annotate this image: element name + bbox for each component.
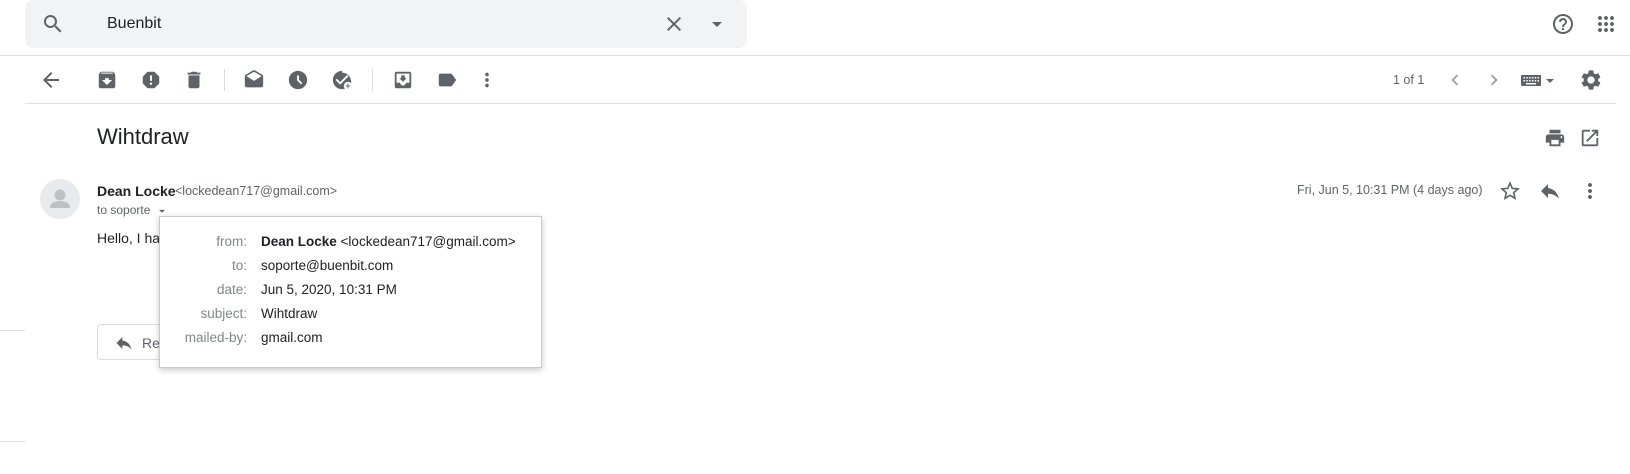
header-divider	[0, 55, 1630, 56]
pagination-count: 1 of 1	[1393, 73, 1425, 87]
more-icon[interactable]	[476, 69, 498, 91]
left-edge-divider	[0, 330, 25, 331]
clear-icon[interactable]	[662, 12, 686, 36]
reply-button-label: Re	[142, 335, 160, 351]
detail-label: from:	[216, 234, 247, 249]
toolbar-divider-line	[25, 103, 1616, 104]
open-new-window-icon[interactable]	[1579, 127, 1601, 149]
recipient-label: to soporte	[97, 203, 151, 217]
from-name: Dean Locke	[261, 234, 337, 249]
email-date: Fri, Jun 5, 10:31 PM (4 days ago)	[1297, 183, 1483, 197]
delete-icon[interactable]	[183, 69, 205, 91]
search-options-icon[interactable]	[705, 12, 729, 36]
reply-icon	[114, 333, 134, 353]
add-task-icon[interactable]	[331, 69, 353, 91]
search-input[interactable]	[107, 12, 627, 36]
search-bar[interactable]	[25, 0, 747, 48]
sender-details-popup: from: Dean Locke <lockedean717@gmail.com…	[159, 216, 542, 368]
back-icon[interactable]	[39, 68, 63, 92]
toolbar-divider	[224, 69, 225, 91]
detail-value: Jun 5, 2020, 10:31 PM	[261, 282, 397, 297]
print-icon[interactable]	[1544, 127, 1566, 149]
settings-icon[interactable]	[1579, 68, 1603, 92]
detail-value: soporte@buenbit.com	[261, 258, 394, 273]
more-vert-icon[interactable]	[1578, 179, 1602, 203]
next-icon[interactable]	[1483, 69, 1505, 91]
star-icon[interactable]	[1498, 179, 1522, 203]
apps-icon[interactable]	[1594, 12, 1618, 36]
avatar	[40, 179, 80, 219]
label-icon[interactable]	[436, 69, 458, 91]
detail-value: Wihtdraw	[261, 306, 318, 321]
detail-row-mailed-by: mailed-by: gmail.com	[160, 330, 543, 350]
detail-row-to: to: soporte@buenbit.com	[160, 258, 543, 278]
sender-email: <lockedean717@gmail.com>	[175, 184, 338, 198]
sender-name: Dean Locke	[97, 183, 176, 199]
snooze-icon[interactable]	[287, 69, 309, 91]
detail-value: gmail.com	[261, 330, 323, 345]
email-body: Hello, I hav	[97, 230, 168, 246]
from-email: <lockedean717@gmail.com>	[340, 234, 516, 249]
move-to-icon[interactable]	[392, 69, 414, 91]
keyboard-icon[interactable]	[1520, 69, 1556, 91]
detail-label: date:	[216, 282, 247, 297]
detail-value: Dean Locke <lockedean717@gmail.com>	[261, 234, 516, 249]
detail-label: subject:	[200, 306, 247, 321]
detail-row-subject: subject: Wihtdraw	[160, 306, 543, 326]
left-edge-divider	[0, 441, 25, 442]
reply-icon[interactable]	[1538, 179, 1562, 203]
prev-icon[interactable]	[1444, 69, 1466, 91]
archive-icon[interactable]	[96, 69, 118, 91]
detail-row-date: date: Jun 5, 2020, 10:31 PM	[160, 282, 543, 302]
detail-label: to:	[231, 258, 247, 273]
help-icon[interactable]	[1551, 12, 1575, 36]
detail-row-from: from: Dean Locke <lockedean717@gmail.com…	[160, 234, 543, 254]
email-subject: Wihtdraw	[97, 124, 189, 149]
report-spam-icon[interactable]	[140, 69, 162, 91]
toolbar-divider	[372, 69, 373, 91]
mark-unread-icon[interactable]	[243, 69, 265, 91]
detail-label: mailed-by:	[184, 330, 247, 345]
search-icon[interactable]	[41, 12, 65, 36]
recipient-summary[interactable]: to soporte	[97, 203, 169, 218]
